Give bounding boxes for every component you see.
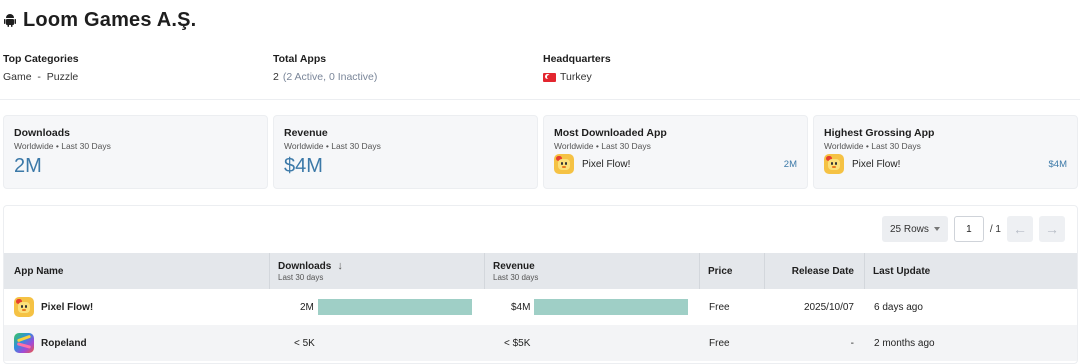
revenue-card: Revenue Worldwide • Last 30 Days $4M [273,115,538,189]
column-price[interactable]: Price [699,253,764,289]
most-downloaded-app[interactable]: Pixel Flow! 2M [554,154,797,174]
column-revenue[interactable]: Revenue Last 30 days [484,253,697,289]
price-value: Free [709,337,730,349]
downloads-value: 2M [300,301,314,313]
most-downloaded-subtitle: Worldwide • Last 30 Days [554,141,651,151]
highest-grossing-app-value: $4M [1048,158,1067,170]
release-date-value: - [850,337,854,349]
company-header: Loom Games A.Ş. [3,8,196,32]
highest-grossing-subtitle: Worldwide • Last 30 Days [824,141,921,151]
company-name: Loom Games A.Ş. [23,8,197,31]
pagination: 25 Rows / 1 ← → [881,216,1065,242]
highest-grossing-app[interactable]: Pixel Flow! $4M [824,154,1067,174]
downloads-card-title: Downloads [14,127,71,139]
revenue-card-value: $4M [284,155,323,177]
column-last-update[interactable]: Last Update [864,253,1077,289]
headquarters: Headquarters Turkey [543,53,611,83]
downloads-bar [318,299,472,315]
arrow-right-icon: → [1045,221,1059,237]
apps-table: 25 Rows / 1 ← → App Name Downloads↓ Last… [3,205,1078,364]
page-number-input[interactable] [953,216,984,242]
last-update-value: 2 months ago [874,337,935,349]
downloads-value: < 5K [294,337,315,349]
top-categories-label: Top Categories [3,53,79,65]
pixel-flow-app-icon [14,297,34,317]
previous-page-button[interactable]: ← [1007,216,1033,242]
total-apps-detail: (2 Active, 0 Inactive) [282,71,378,83]
column-app-name[interactable]: App Name [14,253,276,289]
headquarters-value: Turkey [560,71,592,83]
highest-grossing-card: Highest Grossing App Worldwide • Last 30… [813,115,1078,189]
most-downloaded-app-value: 2M [783,158,797,170]
next-page-button[interactable]: → [1039,216,1065,242]
rows-per-page-label: 25 Rows [889,223,929,235]
total-apps-count: 2 [273,71,279,83]
downloads-card-value: 2M [14,155,42,177]
sort-down-icon: ↓ [337,260,343,272]
app-name-link[interactable]: Pixel Flow! [41,302,93,313]
revenue-card-subtitle: Worldwide • Last 30 Days [284,141,381,151]
column-downloads[interactable]: Downloads ↓ Last 30 days [269,253,484,289]
headquarters-label: Headquarters [543,53,611,65]
divider [0,99,1080,100]
table-header: App Name Downloads ↓ Last 30 days Revenue… [4,253,1077,289]
arrow-left-icon: ← [1013,221,1027,237]
top-categories: Top Categories Game - Puzzle [3,53,79,83]
revenue-value: $4M [511,301,531,313]
revenue-card-title: Revenue [284,127,328,139]
ropeland-app-icon [14,333,34,353]
most-downloaded-title: Most Downloaded App [554,127,667,139]
caret-down-icon [933,227,940,231]
column-release-date[interactable]: Release Date [764,253,864,289]
downloads-card-subtitle: Worldwide • Last 30 Days [14,141,111,151]
highest-grossing-title: Highest Grossing App [824,127,935,139]
revenue-bar [534,299,688,315]
turkey-flag-icon [543,72,556,82]
total-apps-label: Total Apps [273,53,327,65]
page-total: / 1 [989,223,1001,235]
rows-per-page-select[interactable]: 25 Rows [881,216,948,242]
most-downloaded-app-name[interactable]: Pixel Flow! [582,159,630,170]
revenue-value: < $5K [504,337,531,349]
table-row[interactable]: Ropeland < 5K < $5K Free - 2 months ago [4,325,1077,361]
last-update-value: 6 days ago [874,301,923,313]
android-icon [4,14,16,27]
most-downloaded-card: Most Downloaded App Worldwide • Last 30 … [543,115,808,189]
price-value: Free [709,301,730,313]
app-name-link[interactable]: Ropeland [41,338,87,349]
highest-grossing-app-name[interactable]: Pixel Flow! [852,159,900,170]
total-apps: Total Apps 2 (2 Active, 0 Inactive) [273,53,377,83]
pixel-flow-app-icon [824,154,844,174]
downloads-card: Downloads Worldwide • Last 30 Days 2M [3,115,268,189]
pixel-flow-app-icon [554,154,574,174]
table-row[interactable]: Pixel Flow! 2M $4M Free 2025/10/07 6 day… [4,289,1077,325]
top-categories-value[interactable]: Game - Puzzle [3,71,79,83]
release-date-value: 2025/10/07 [803,301,854,313]
